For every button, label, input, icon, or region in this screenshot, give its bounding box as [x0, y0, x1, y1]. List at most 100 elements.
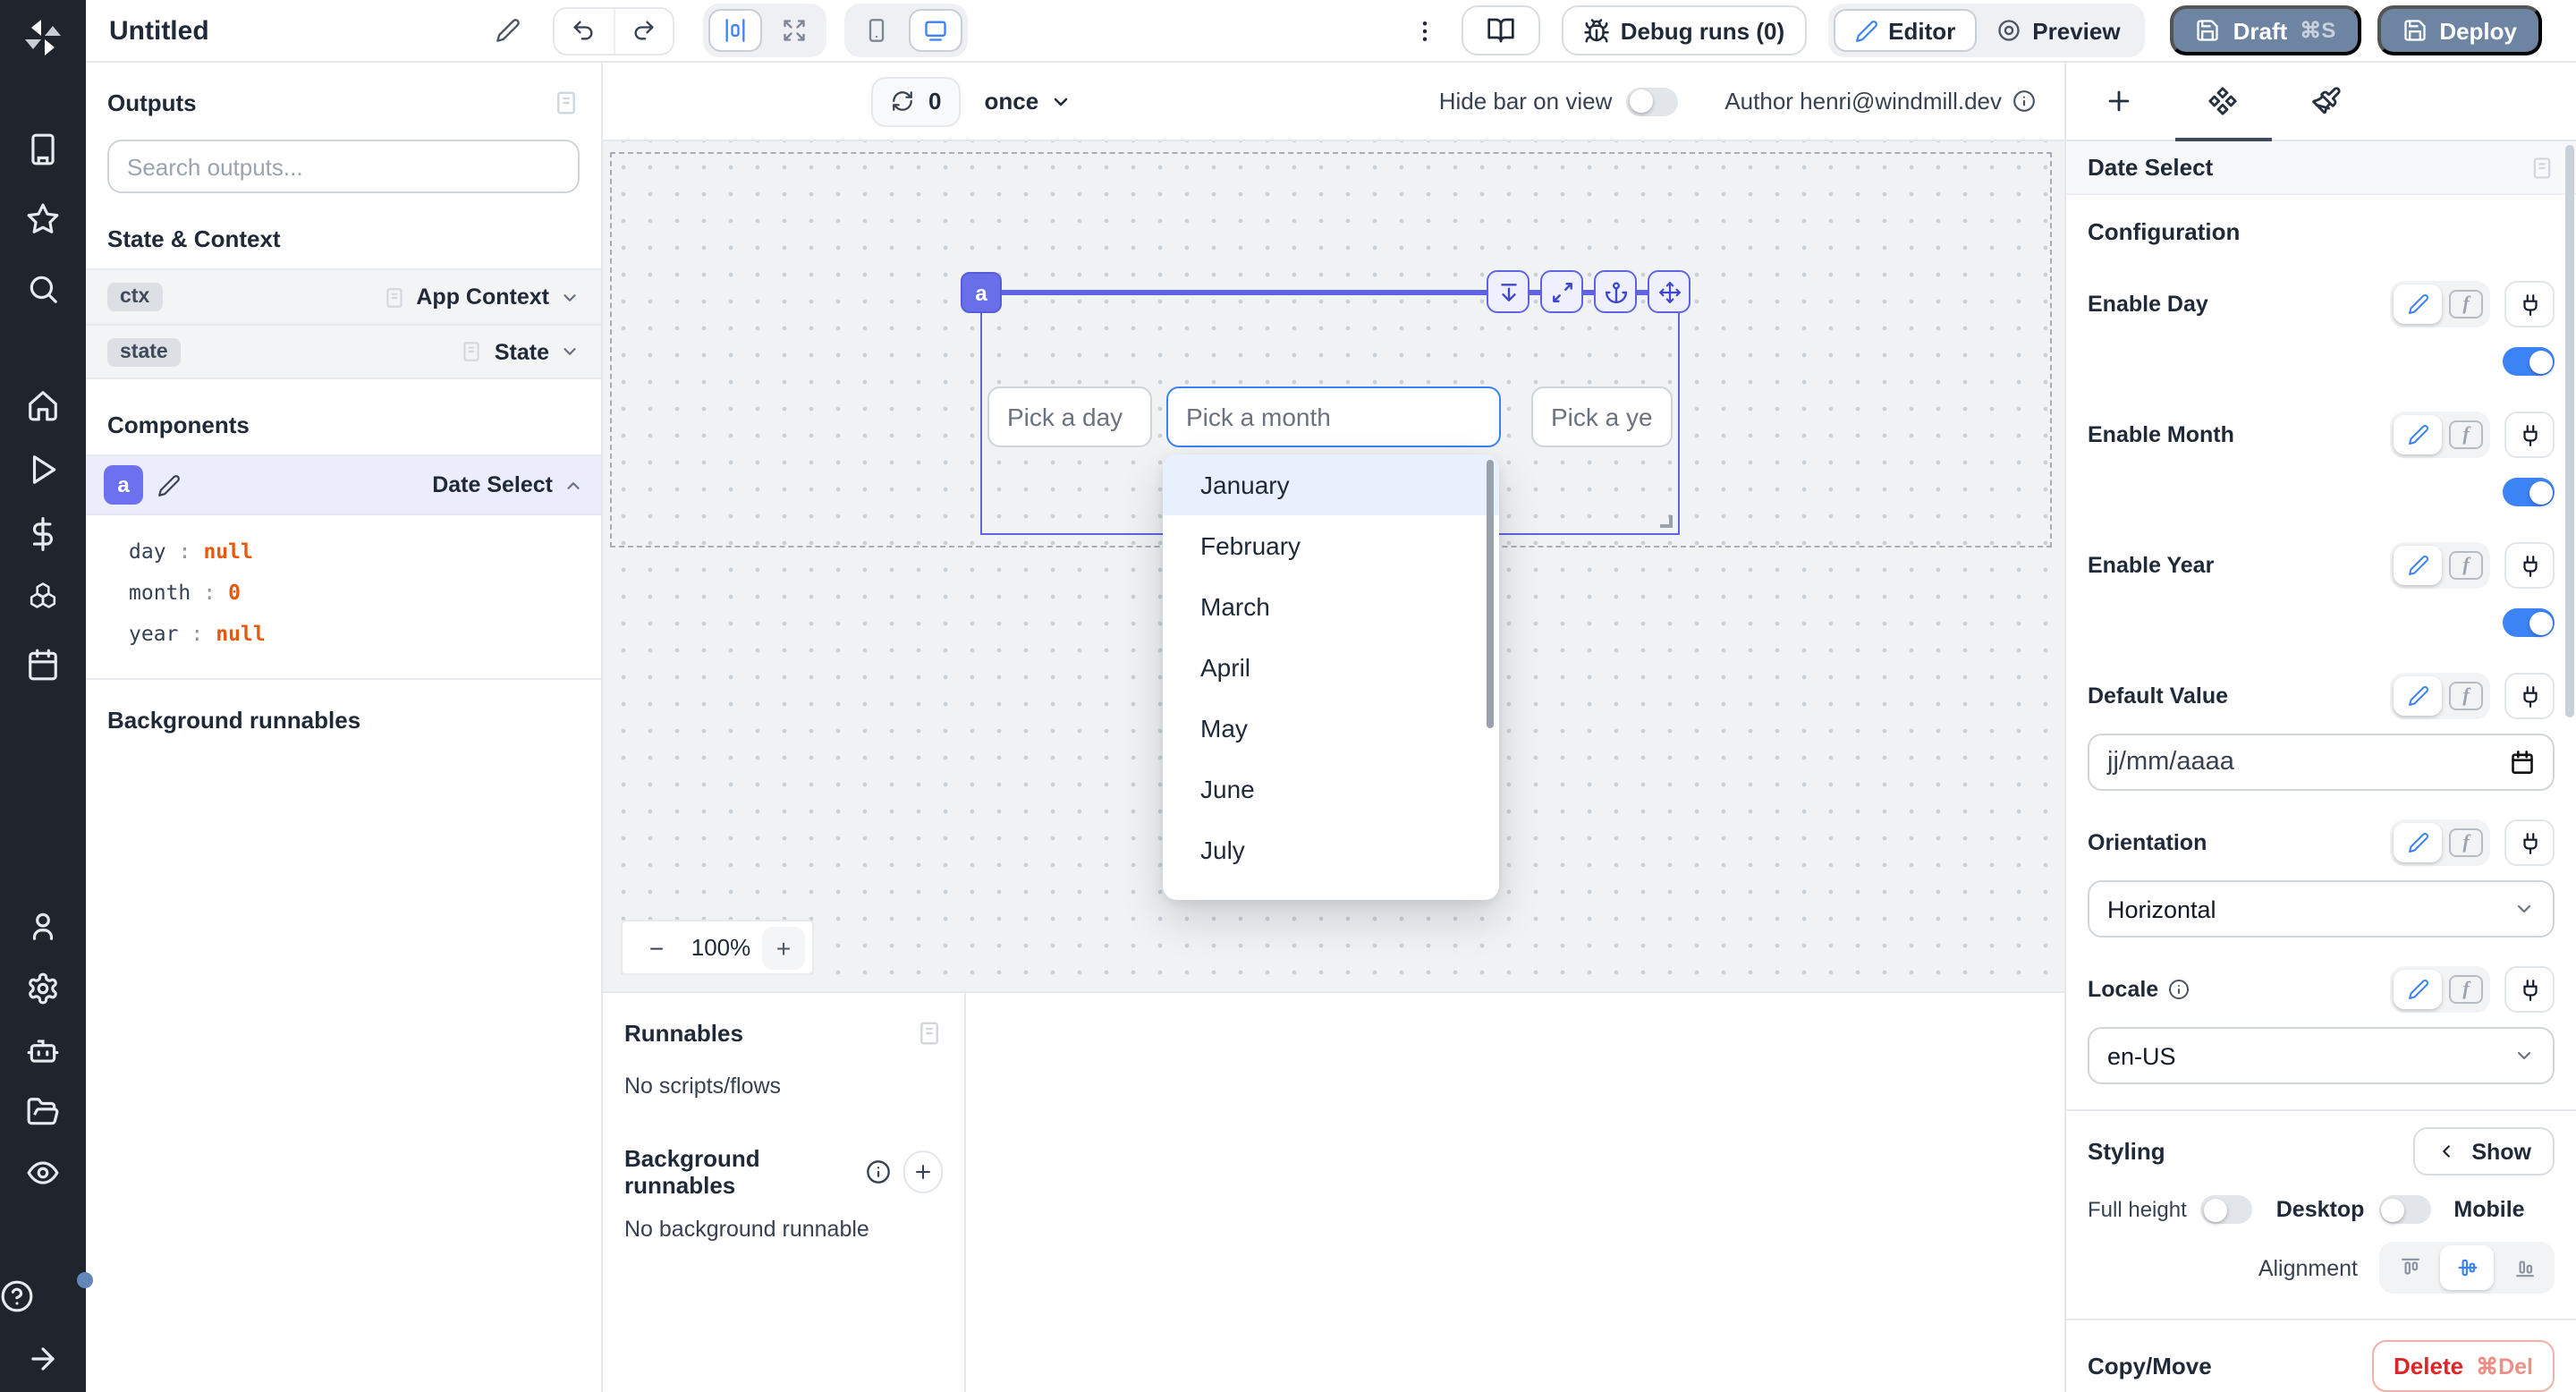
function-mode-button[interactable]: f: [2449, 290, 2483, 318]
schedules-calendar-icon[interactable]: [26, 648, 60, 682]
tab-editor[interactable]: Editor: [1833, 9, 1977, 52]
calendar-icon[interactable]: [2510, 750, 2535, 775]
day-input[interactable]: [987, 386, 1152, 447]
deploy-button[interactable]: Deploy: [2377, 5, 2542, 55]
info-icon[interactable]: [2012, 89, 2036, 113]
zoom-out-button[interactable]: −: [630, 933, 683, 962]
workspace-building-icon[interactable]: [26, 132, 60, 166]
workers-robot-icon[interactable]: [26, 1034, 60, 1068]
component-row-date-select[interactable]: a Date Select: [86, 454, 601, 515]
locale-select[interactable]: en-US: [2088, 1027, 2555, 1084]
fullscreen-handle[interactable]: [1540, 270, 1583, 313]
tab-preview[interactable]: Preview: [1977, 17, 2140, 44]
more-options-kebab-icon[interactable]: [1411, 17, 1438, 44]
tab-add-component-plus-icon[interactable]: [2104, 86, 2134, 116]
month-option[interactable]: March: [1163, 576, 1499, 637]
function-mode-button[interactable]: f: [2449, 975, 2483, 1004]
debug-runs-button[interactable]: Debug runs (0): [1562, 5, 1806, 55]
audit-eye-icon[interactable]: [26, 1156, 60, 1190]
tab-component-settings-icon[interactable]: [2207, 86, 2238, 116]
windmill-logo-icon[interactable]: [21, 16, 64, 59]
runs-play-icon[interactable]: [26, 453, 60, 487]
connect-plug-button[interactable]: [2504, 542, 2555, 589]
zoom-in-button[interactable]: +: [762, 926, 805, 969]
resize-handle[interactable]: [1660, 515, 1673, 528]
function-mode-button[interactable]: f: [2449, 828, 2483, 857]
static-pencil-button[interactable]: [2394, 415, 2442, 454]
undo-button[interactable]: [555, 8, 614, 53]
month-option[interactable]: May: [1163, 698, 1499, 759]
month-input[interactable]: [1166, 386, 1501, 447]
static-pencil-button[interactable]: [2394, 970, 2442, 1009]
settings-gear-icon[interactable]: [26, 972, 60, 1006]
static-pencil-button[interactable]: [2394, 823, 2442, 862]
panel-doc-icon[interactable]: [2529, 155, 2555, 180]
user-icon[interactable]: [26, 909, 60, 943]
search-icon[interactable]: [26, 272, 60, 306]
month-option[interactable]: August: [1163, 880, 1499, 900]
hide-bar-toggle[interactable]: [1626, 87, 1678, 115]
help-icon[interactable]: [0, 1279, 86, 1313]
info-icon[interactable]: [2167, 979, 2189, 1000]
connect-plug-button[interactable]: [2504, 966, 2555, 1013]
favorites-star-icon[interactable]: [26, 202, 60, 236]
prop-month[interactable]: month : 0: [107, 571, 580, 612]
docs-book-button[interactable]: [1462, 5, 1540, 55]
settings-scrollbar-thumb[interactable]: [2565, 145, 2574, 717]
desktop-toggle[interactable]: [2378, 1195, 2430, 1224]
full-width-layout-button[interactable]: [767, 9, 821, 52]
static-pencil-button[interactable]: [2394, 284, 2442, 324]
home-icon[interactable]: [26, 388, 60, 422]
prop-day[interactable]: day : null: [107, 530, 580, 571]
static-pencil-button[interactable]: [2394, 676, 2442, 716]
enable-day-toggle[interactable]: [2503, 347, 2555, 376]
function-mode-button[interactable]: f: [2449, 682, 2483, 710]
search-outputs-input[interactable]: [107, 140, 580, 193]
variables-dollar-icon[interactable]: [26, 517, 60, 551]
centered-layout-button[interactable]: [708, 9, 762, 52]
year-input[interactable]: [1531, 386, 1673, 447]
connect-plug-button[interactable]: [2504, 412, 2555, 458]
resources-hexagons-icon[interactable]: [26, 581, 60, 615]
prop-year[interactable]: year : null: [107, 612, 580, 653]
month-option[interactable]: January: [1163, 454, 1499, 515]
align-top-button[interactable]: [2383, 1245, 2436, 1290]
refresh-count-button[interactable]: 0: [871, 76, 961, 126]
enable-month-toggle[interactable]: [2503, 478, 2555, 506]
connect-plug-button[interactable]: [2504, 819, 2555, 866]
align-center-button[interactable]: [2440, 1245, 2494, 1290]
show-styling-button[interactable]: Show: [2412, 1127, 2555, 1176]
app-canvas[interactable]: a: [603, 141, 2064, 991]
full-height-toggle[interactable]: [2201, 1195, 2253, 1224]
month-option[interactable]: April: [1163, 637, 1499, 698]
move-handle[interactable]: [1648, 270, 1690, 313]
delete-component-button[interactable]: Delete ⌘Del: [2372, 1340, 2555, 1392]
tab-theme-brush-icon[interactable]: [2311, 86, 2342, 116]
info-icon[interactable]: [866, 1159, 891, 1184]
add-background-runnable-button[interactable]: [903, 1150, 943, 1193]
month-option[interactable]: June: [1163, 759, 1499, 819]
panel-doc-icon[interactable]: [916, 1020, 943, 1047]
month-option[interactable]: February: [1163, 515, 1499, 576]
mobile-view-button[interactable]: [850, 9, 903, 52]
dropdown-scrollbar[interactable]: [1487, 460, 1494, 728]
static-pencil-button[interactable]: [2394, 546, 2442, 585]
orientation-select[interactable]: Horizontal: [2088, 880, 2555, 938]
redo-button[interactable]: [614, 8, 673, 53]
function-mode-button[interactable]: f: [2449, 551, 2483, 580]
enable-year-toggle[interactable]: [2503, 608, 2555, 637]
folders-icon[interactable]: [26, 1095, 60, 1129]
expand-down-handle[interactable]: [1487, 270, 1530, 313]
connect-plug-button[interactable]: [2504, 281, 2555, 327]
default-value-date-input[interactable]: jj/mm/aaaa: [2088, 734, 2555, 791]
save-draft-button[interactable]: Draft ⌘S: [2171, 5, 2361, 55]
anchor-handle[interactable]: [1594, 270, 1637, 313]
rename-pencil-icon[interactable]: [157, 473, 181, 497]
edit-title-pencil-icon[interactable]: [496, 18, 521, 43]
month-option[interactable]: July: [1163, 819, 1499, 880]
connect-plug-button[interactable]: [2504, 673, 2555, 719]
function-mode-button[interactable]: f: [2449, 420, 2483, 449]
collapse-arrow-right-icon[interactable]: [26, 1342, 60, 1376]
desktop-view-button[interactable]: [909, 9, 962, 52]
state-row[interactable]: state State: [86, 324, 601, 379]
